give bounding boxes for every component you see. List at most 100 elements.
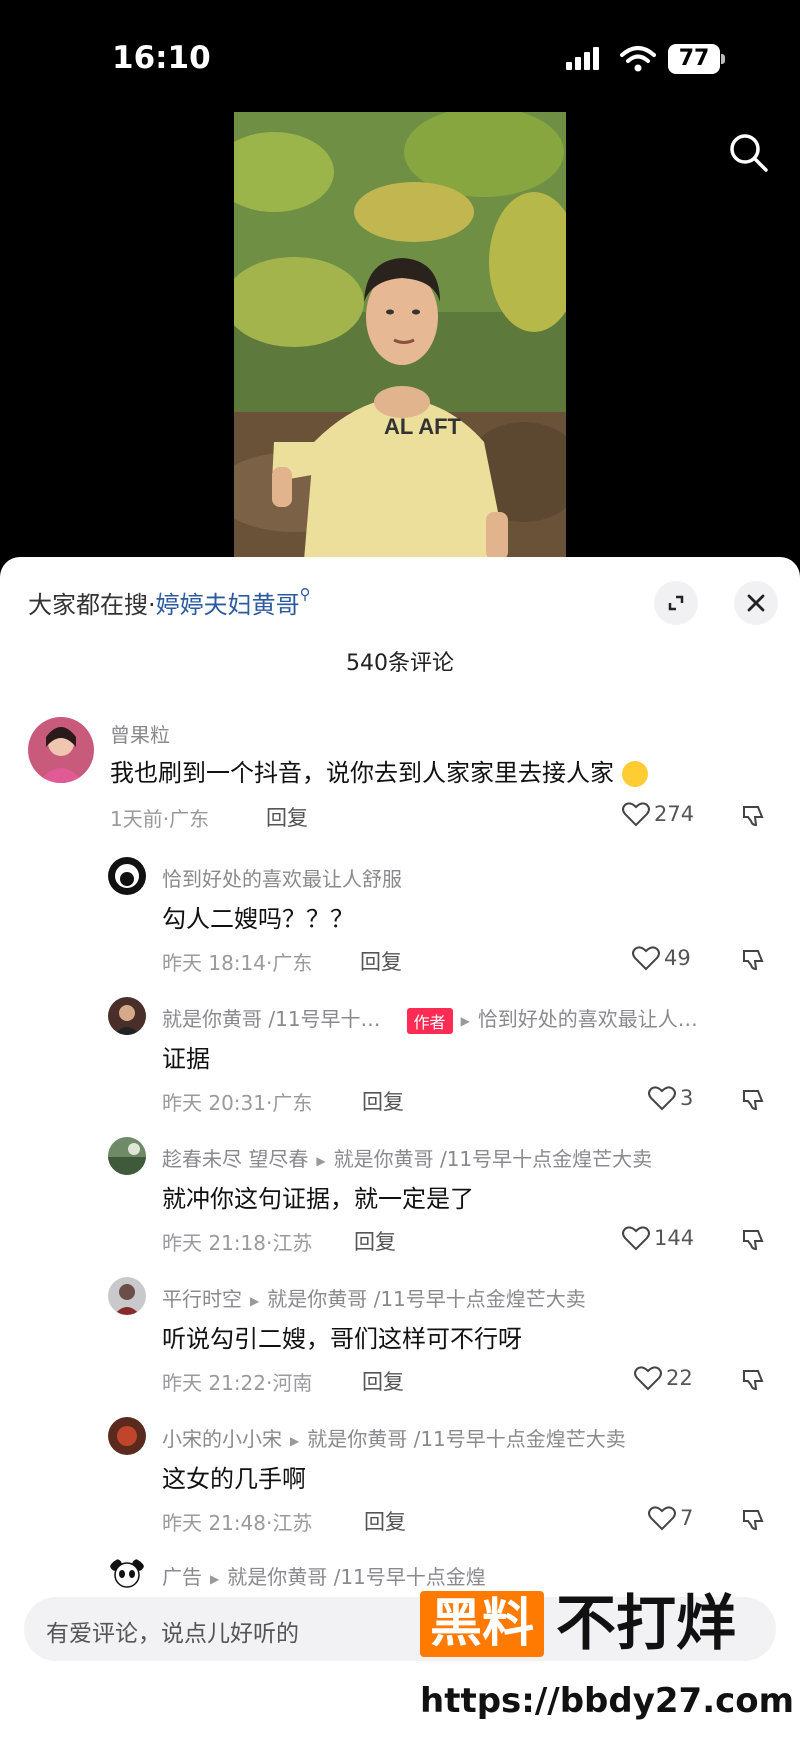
- svg-text:AL AFT: AL AFT: [384, 414, 462, 439]
- like-count: 144: [654, 1226, 695, 1250]
- comment-meta: 昨天 21:48·江苏: [162, 1511, 313, 1535]
- reply-button[interactable]: 回复: [266, 802, 308, 832]
- like-count: 3: [680, 1086, 694, 1110]
- reply-button[interactable]: 回复: [360, 946, 402, 976]
- avatar[interactable]: [108, 997, 146, 1035]
- panda-avatar[interactable]: [108, 1557, 146, 1589]
- status-time: 16:10: [112, 40, 211, 76]
- dislike-icon[interactable]: [740, 1507, 766, 1533]
- reply-target: 就是你黄哥 /11号早十点金煌芒大卖: [307, 1427, 626, 1451]
- like-button[interactable]: 3: [648, 1085, 693, 1111]
- like-count: 49: [664, 946, 691, 970]
- dislike-icon[interactable]: [740, 947, 766, 973]
- reply-arrow-icon: ▶: [460, 1013, 470, 1028]
- comment-author[interactable]: 就是你黄哥 /11号早十… 作者 ▶ 恰到好处的喜欢最让人…: [162, 1003, 698, 1034]
- comment-author[interactable]: 恰到好处的喜欢最让人舒服: [162, 863, 402, 892]
- reply-button[interactable]: 回复: [354, 1226, 396, 1256]
- reply-target: 就是你黄哥 /11号早十点金煌芒大卖: [333, 1147, 653, 1171]
- comment-item: 曾果粒 我也刷到一个抖音，说你去到人家家里去接人家 1天前·广东 回复 274: [0, 717, 800, 857]
- watermark-logo-box: 黑料: [420, 1591, 544, 1657]
- expand-button[interactable]: [654, 581, 698, 625]
- avatar[interactable]: [108, 857, 146, 895]
- hot-search-term[interactable]: 婷婷夫妇黄哥: [156, 591, 300, 619]
- hot-search-label: 大家都在搜·: [28, 591, 156, 619]
- avatar[interactable]: [108, 1417, 146, 1455]
- author-name: 趁春未尽 望尽春: [162, 1147, 309, 1171]
- author-badge: 作者: [406, 1007, 453, 1034]
- like-button[interactable]: 49: [632, 945, 691, 971]
- reply-target: 就是你黄哥 /11号早十点金煌: [227, 1565, 486, 1589]
- like-button[interactable]: 274: [622, 801, 694, 827]
- laugh-emoji-icon: [621, 761, 648, 787]
- comment-item: 小宋的小小宋 ▶ 就是你黄哥 /11号早十点金煌芒大卖 这女的几手啊 昨天 21:4…: [0, 1417, 800, 1557]
- watermark-url: https://bbdy27.com: [420, 1681, 795, 1721]
- watermark-logo: 黑料 不打烊: [420, 1589, 780, 1663]
- like-button[interactable]: 144: [622, 1225, 694, 1251]
- comment-item: 平行时空 ▶ 就是你黄哥 /11号早十点金煌芒大卖 听说勾引二嫂，哥们这样可不行呀 …: [0, 1277, 800, 1417]
- wifi-icon: [620, 46, 656, 72]
- dislike-icon[interactable]: [740, 1227, 766, 1253]
- dislike-icon[interactable]: [740, 1367, 766, 1393]
- reply-button[interactable]: 回复: [362, 1366, 404, 1396]
- ad-label[interactable]: 广告 ▶ 就是你黄哥 /11号早十点金煌: [162, 1561, 486, 1590]
- reply-arrow-icon: ▶: [316, 1153, 326, 1168]
- comment-meta: 昨天 20:31·广东: [162, 1091, 313, 1115]
- ad-item: 广告 ▶ 就是你黄哥 /11号早十点金煌: [0, 1557, 800, 1593]
- watermark: 黑料 不打烊 https://bbdy27.com: [420, 1589, 794, 1729]
- reply-arrow-icon: ▶: [290, 1433, 300, 1448]
- comment-meta: 昨天 18:14·广东: [162, 951, 313, 975]
- comment-author[interactable]: 平行时空 ▶ 就是你黄哥 /11号早十点金煌芒大卖: [162, 1283, 586, 1312]
- video-player[interactable]: AL AFT: [234, 112, 566, 560]
- video-frame: AL AFT: [234, 112, 566, 560]
- heart-icon: [648, 1086, 676, 1111]
- reply-target: 就是你黄哥 /11号早十点金煌芒大卖: [267, 1287, 586, 1311]
- close-icon: [747, 594, 765, 612]
- comment-meta: 1天前·广东: [110, 807, 210, 831]
- comment-text-content: 我也刷到一个抖音，说你去到人家家里去接人家: [110, 759, 614, 787]
- signal-icon: [566, 46, 606, 74]
- comment-count: 540条评论: [346, 651, 454, 676]
- comment-text: 我也刷到一个抖音，说你去到人家家里去接人家: [110, 753, 648, 788]
- comment-text: 这女的几手啊: [162, 1465, 306, 1493]
- comment-text: 听说勾引二嫂，哥们这样可不行呀: [162, 1325, 522, 1353]
- status-bar: 16:10 77: [0, 0, 800, 110]
- reply-button[interactable]: 回复: [364, 1506, 406, 1536]
- search-icon[interactable]: [726, 130, 770, 174]
- reply-arrow-icon: ▶: [250, 1293, 260, 1308]
- comment-text: 证据: [162, 1045, 210, 1073]
- battery-level: 77: [678, 46, 710, 71]
- comment-author[interactable]: 曾果粒: [110, 719, 170, 748]
- comment-item: 恰到好处的喜欢最让人舒服 勾人二嫂吗？？？ 昨天 18:14·广东 回复 49: [0, 857, 800, 997]
- comment-author[interactable]: 趁春未尽 望尽春 ▶ 就是你黄哥 /11号早十点金煌芒大卖: [162, 1143, 652, 1172]
- comment-panel: 大家都在搜·婷婷夫妇黄哥⚲ 540条评论 曾果粒 我也刷到一个抖音，说你去到人家…: [0, 557, 800, 1739]
- comment-meta: 昨天 21:18·江苏: [162, 1231, 313, 1255]
- close-button[interactable]: [734, 581, 778, 625]
- watermark-logo-text: 不打烊: [556, 1589, 736, 1659]
- comment-text: 就冲你这句证据，就一定是了: [162, 1185, 474, 1213]
- comment-input-placeholder: 有爱评论，说点儿好听的: [46, 1621, 299, 1647]
- dislike-icon[interactable]: [740, 803, 766, 829]
- like-count: 22: [666, 1366, 693, 1390]
- heart-icon: [648, 1506, 676, 1531]
- battery-indicator: 77: [668, 44, 725, 74]
- dislike-icon[interactable]: [740, 1087, 766, 1113]
- reply-arrow-icon: ▶: [210, 1571, 220, 1586]
- author-name: 就是你黄哥 /11号早十…: [162, 1007, 381, 1031]
- comment-author[interactable]: 小宋的小小宋 ▶ 就是你黄哥 /11号早十点金煌芒大卖: [162, 1423, 626, 1452]
- avatar[interactable]: [108, 1137, 146, 1175]
- search-small-icon: ⚲: [299, 585, 311, 603]
- avatar[interactable]: [28, 717, 94, 783]
- comment-meta: 昨天 21:22·河南: [162, 1371, 313, 1395]
- heart-icon: [622, 802, 650, 827]
- heart-icon: [632, 946, 660, 971]
- author-name: 小宋的小小宋: [162, 1427, 282, 1451]
- avatar[interactable]: [108, 1277, 146, 1315]
- hot-search-bar[interactable]: 大家都在搜·婷婷夫妇黄哥⚲: [28, 585, 311, 620]
- like-button[interactable]: 22: [634, 1365, 693, 1391]
- heart-icon: [634, 1366, 662, 1391]
- like-button[interactable]: 7: [648, 1505, 693, 1531]
- comment-item: 就是你黄哥 /11号早十… 作者 ▶ 恰到好处的喜欢最让人… 证据 昨天 20:31·…: [0, 997, 800, 1137]
- comment-text: 勾人二嫂吗？？？: [162, 905, 354, 933]
- reply-button[interactable]: 回复: [362, 1086, 404, 1116]
- like-count: 274: [654, 802, 695, 826]
